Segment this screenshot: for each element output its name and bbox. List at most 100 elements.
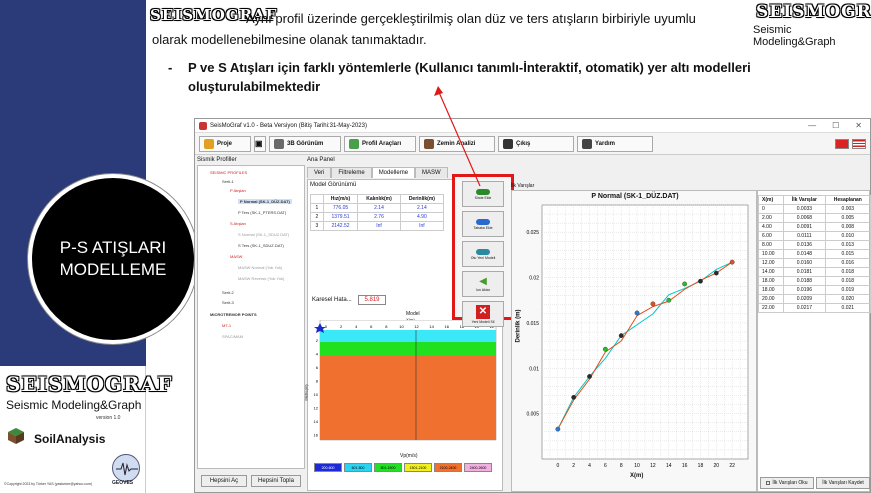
layer-3[interactable] — [320, 356, 496, 440]
turkish-flag-icon[interactable] — [835, 138, 849, 149]
table-cell: 0.0181 — [783, 267, 826, 277]
table-cell[interactable]: 4.90 — [399, 212, 445, 222]
table-cell[interactable]: 2142.52 — [322, 221, 359, 231]
y-tick-label: 0.005 — [526, 412, 539, 418]
tree-s-reverse[interactable]: S Ters (SK-1_SDUZ.DAT) — [238, 243, 284, 248]
table-cell: 10.00 — [757, 249, 785, 259]
table-header-row: X(m) İlk Varışlar Hesaplanan — [757, 195, 871, 205]
table-row[interactable]: 2.00 0.0068 0.005 — [757, 213, 871, 223]
tree-p-normal[interactable]: P Normal (SK-1_DÜZ.DAT) — [238, 199, 292, 204]
layer-model-plot[interactable]: 0246810121416182022 246810121416 — [312, 320, 502, 450]
table-row[interactable]: 3 2142.52 Inf Inf — [310, 221, 445, 231]
toolbar-proje-button[interactable]: Proje — [199, 135, 251, 152]
expand-all-button[interactable]: Hepsini Aç — [201, 475, 247, 487]
layer-table: Hız(m/s) Kalınlık(m) Derinlik(m) 1 776.0… — [310, 194, 445, 231]
table-cell[interactable]: 2.76 — [357, 212, 401, 222]
table-cell: 0.013 — [824, 240, 871, 250]
toolbar-3b-button[interactable]: 3B Görünüm — [269, 135, 341, 152]
table-row[interactable]: 6.00 0.0111 0.010 — [757, 231, 871, 241]
tree-microtremor[interactable]: MICROTREMOR POINTS — [210, 312, 257, 317]
table-cell[interactable]: 2.14 — [399, 203, 445, 213]
collapse-all-button[interactable]: Hepsini Topla — [251, 475, 301, 487]
tree-masw-reverse[interactable]: MASW Reverse (Yok Yok) — [238, 276, 284, 281]
checkbox[interactable] — [766, 481, 771, 485]
toolbar-profile-tools-button[interactable]: Profil Araçları — [344, 135, 416, 152]
toolbar-help-button[interactable]: Yardım — [577, 135, 653, 152]
circle-line-2: MODELLEME — [59, 260, 167, 279]
minimize-icon[interactable]: — — [808, 121, 816, 130]
add-layer-button[interactable]: Tabaka Ekle — [462, 211, 504, 237]
layer-2[interactable] — [320, 342, 496, 356]
table-row[interactable]: 2 1379.51 2.76 4.90 — [310, 212, 445, 222]
layer-1[interactable] — [320, 330, 496, 342]
tree-spac[interactable]: SPAC/MAM — [222, 334, 243, 339]
table-cell: 0.021 — [824, 303, 871, 313]
save-icon: ▣ — [255, 139, 263, 148]
data-point[interactable] — [602, 346, 608, 352]
tree-masw[interactable]: MASW — [230, 254, 242, 259]
tree-p-shots[interactable]: P Atışları — [230, 188, 246, 193]
tree-mt-1[interactable]: MT-1 — [222, 323, 231, 328]
save-button[interactable]: ▣ — [254, 135, 266, 152]
arrivals-plot[interactable]: 0 2 4 6 8 10 12 14 16 18 20 22 0.005 0.01 0.015 0.02 0.0… — [512, 191, 758, 491]
data-point[interactable] — [682, 281, 688, 287]
tree-root[interactable]: SEISMIC PROFILES — [210, 170, 247, 175]
data-point[interactable] — [571, 394, 577, 400]
tab-bar: Veri Filtreleme Modelleme MASW — [307, 167, 448, 178]
data-point[interactable] — [618, 333, 624, 339]
delete-model-button[interactable]: ✕ Yeni Modeli Sil — [462, 301, 504, 327]
transfer-button[interactable]: ◀ Ion Aktar — [462, 271, 504, 297]
read-arrivals-button[interactable]: İlk Varışları Oku — [760, 477, 814, 489]
bullet-line-1: P ve S Atışları için farklı yöntemlerle … — [188, 60, 751, 75]
table-cell[interactable]: 1379.51 — [322, 212, 359, 222]
table-cell[interactable]: Inf — [357, 221, 401, 231]
table-cell[interactable]: 2.14 — [357, 203, 401, 213]
table-row[interactable]: 0 0.0033 0.003 — [757, 204, 871, 214]
table-cell[interactable]: 776.05 — [322, 203, 359, 213]
legend-item: 200-600 — [314, 463, 342, 472]
seismograf-logo: SEISMOGRAF — [6, 372, 173, 396]
table-row[interactable]: 14.00 0.0181 0.018 — [757, 267, 871, 277]
table-row[interactable]: 18.00 0.0196 0.019 — [757, 285, 871, 295]
tree-masw-normal[interactable]: MASW Normal (Yok Yok) — [238, 265, 282, 270]
table-cell: 0.0111 — [783, 231, 826, 241]
auto-new-model-button[interactable]: Otu Yeni Modeli — [462, 241, 504, 267]
english-flag-icon[interactable] — [852, 138, 866, 149]
tree-serit-1[interactable]: Serit-1 — [222, 179, 234, 184]
table-row[interactable]: 22.00 0.0217 0.021 — [757, 303, 871, 313]
data-point[interactable] — [650, 301, 656, 307]
table-cell[interactable]: Inf — [399, 221, 445, 231]
arrow-head — [434, 86, 443, 96]
tree-serit-2[interactable]: Serit-2 — [222, 290, 234, 295]
table-row[interactable]: 10.00 0.0148 0.015 — [757, 249, 871, 259]
toolbar-exit-button[interactable]: Çıkış — [498, 135, 574, 152]
tree-p-reverse[interactable]: P Ters (SK-1_PTERS.DAT) — [238, 210, 286, 215]
save-arrivals-button[interactable]: İlk Varışları Kaydet — [816, 477, 870, 489]
tab-modelleme[interactable]: Modelleme — [371, 167, 416, 178]
tab-veri[interactable]: Veri — [307, 167, 332, 178]
error-value-field[interactable]: 5.819 — [358, 295, 386, 305]
table-row[interactable]: 18.00 0.0188 0.018 — [757, 276, 871, 286]
data-point[interactable] — [713, 270, 719, 276]
data-point[interactable] — [729, 259, 735, 265]
data-point[interactable] — [555, 426, 561, 432]
close-icon[interactable]: ✕ — [855, 121, 862, 130]
data-point[interactable] — [587, 374, 592, 379]
tree-s-normal[interactable]: S Normal (SK-1_SDUZ.DAT) — [238, 232, 289, 237]
tree-s-shots[interactable]: S Atışları — [230, 221, 246, 226]
table-row[interactable]: 4.00 0.0091 0.008 — [757, 222, 871, 232]
data-point[interactable] — [666, 297, 672, 303]
table-row[interactable]: 8.00 0.0136 0.013 — [757, 240, 871, 250]
table-row[interactable]: 12.00 0.0160 0.016 — [757, 258, 871, 268]
data-point[interactable] — [698, 278, 703, 284]
column-header — [310, 194, 324, 204]
data-point[interactable] — [634, 310, 640, 316]
table-row[interactable]: 1 776.05 2.14 2.14 — [310, 203, 445, 213]
table-row[interactable]: 20.00 0.0209 0.020 — [757, 294, 871, 304]
tree-serit-3[interactable]: Serit-3 — [222, 300, 234, 305]
model-y-label: Metre(m) — [303, 384, 309, 401]
tab-filtreleme[interactable]: Filtreleme — [331, 167, 372, 178]
left-panel-title: Sismik Profiller — [197, 157, 237, 163]
legend-item: 2400-2600 — [464, 463, 492, 472]
maximize-icon[interactable]: ☐ — [832, 121, 839, 130]
